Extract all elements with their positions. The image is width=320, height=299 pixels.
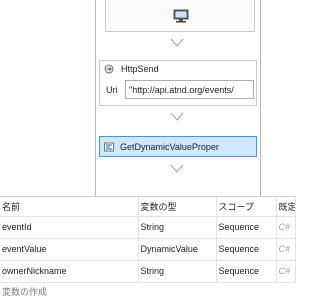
workflow-designer-canvas: HttpSend Uri "http://api.atnd.org/events…: [0, 0, 295, 196]
variable-default-cell[interactable]: C#: [276, 238, 296, 261]
variable-name-cell[interactable]: eventValue: [0, 238, 139, 261]
variable-type-cell[interactable]: String: [138, 260, 217, 283]
activity-header: HttpSend: [100, 61, 256, 77]
connector-chevron-down-icon: [170, 164, 184, 173]
create-variable-row[interactable]: 変数の作成: [0, 282, 295, 299]
variable-scope-cell[interactable]: Sequence: [216, 216, 277, 239]
table-row[interactable]: eventId String Sequence C#: [0, 216, 296, 239]
grid-header-row: 名前 変数の型 スコープ 既定: [0, 197, 296, 217]
uri-input[interactable]: "http://api.atnd.org/events/: [125, 80, 254, 99]
variable-name-cell[interactable]: eventId: [0, 216, 139, 239]
variable-scope-cell[interactable]: Sequence: [216, 238, 277, 261]
uri-label: Uri: [106, 85, 118, 95]
column-header-name[interactable]: 名前: [0, 197, 139, 217]
variable-default-cell[interactable]: C#: [276, 260, 296, 283]
column-header-default[interactable]: 既定: [276, 197, 296, 217]
variable-type-cell[interactable]: DynamicValue: [138, 238, 217, 261]
variable-scope-cell[interactable]: Sequence: [216, 260, 277, 283]
activity-title: HttpSend: [121, 64, 159, 74]
activity-getdynamicvalueproperty[interactable]: GetDynamicValueProper: [99, 136, 257, 157]
variable-name-cell[interactable]: ownerNickname: [0, 260, 139, 283]
uri-value: "http://api.atnd.org/events/: [129, 85, 234, 95]
connector-chevron-down-icon: [170, 38, 184, 47]
variables-grid: 名前 変数の型 スコープ 既定 eventId String Sequence …: [0, 197, 296, 283]
table-row[interactable]: eventValue DynamicValue Sequence C#: [0, 238, 296, 261]
activity-previous[interactable]: [105, 0, 255, 32]
variable-type-cell[interactable]: String: [138, 216, 217, 239]
column-header-scope[interactable]: スコープ: [216, 197, 277, 217]
connector-chevron-down-icon: [170, 112, 184, 121]
assign-icon: [104, 142, 114, 152]
http-send-icon: [104, 64, 114, 74]
monitor-icon: [173, 9, 189, 23]
table-row[interactable]: ownerNickname String Sequence C#: [0, 260, 296, 283]
activity-title: GetDynamicValueProper: [120, 142, 219, 152]
activity-httpsend[interactable]: HttpSend Uri "http://api.atnd.org/events…: [99, 60, 257, 106]
column-header-type[interactable]: 変数の型: [138, 197, 217, 217]
create-variable-label: 変数の作成: [2, 287, 48, 297]
variables-panel: 名前 変数の型 スコープ 既定 eventId String Sequence …: [0, 196, 296, 299]
variable-default-cell[interactable]: C#: [276, 216, 296, 239]
